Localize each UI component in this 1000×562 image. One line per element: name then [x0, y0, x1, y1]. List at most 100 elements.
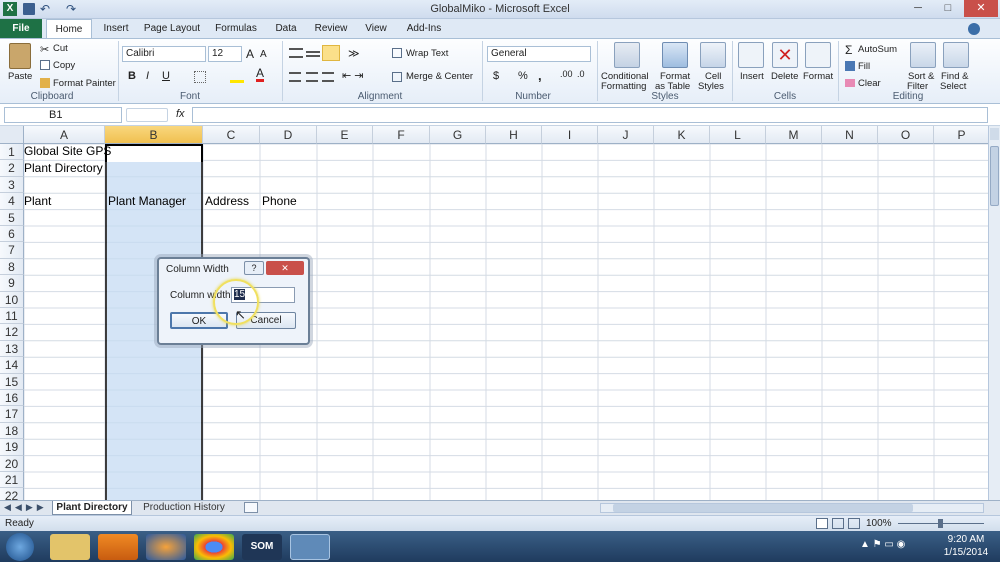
- paste-button[interactable]: Paste: [8, 71, 32, 82]
- page-break-view-icon[interactable]: [848, 518, 860, 529]
- horizontal-scroll-thumb[interactable]: [613, 504, 913, 512]
- wrap-text-button[interactable]: Wrap Text: [406, 48, 448, 59]
- row-header-6[interactable]: 6: [0, 226, 24, 243]
- cell-d4[interactable]: Phone: [262, 194, 297, 208]
- find-select-icon[interactable]: [943, 42, 969, 68]
- row-header-7[interactable]: 7: [0, 242, 24, 259]
- insert-cells-icon[interactable]: [738, 42, 764, 68]
- cell-c4[interactable]: Address: [205, 194, 249, 208]
- percent-button[interactable]: %: [518, 70, 528, 82]
- row-header-11[interactable]: 11: [0, 308, 24, 325]
- tab-insert[interactable]: Insert: [96, 19, 136, 38]
- column-header-h[interactable]: H: [486, 126, 542, 144]
- find-select-label2[interactable]: Select: [940, 81, 966, 92]
- tab-review[interactable]: Review: [308, 19, 354, 38]
- sheet-tab-production-history[interactable]: Production History: [136, 501, 232, 515]
- tab-home[interactable]: Home: [46, 19, 92, 39]
- sheet-nav-arrows-icon[interactable]: ◀◀▶▶: [4, 502, 48, 513]
- delete-cells-button[interactable]: Delete: [771, 71, 798, 82]
- insert-sheet-icon[interactable]: [244, 502, 258, 513]
- fill-color-icon[interactable]: [230, 71, 244, 83]
- row-header-12[interactable]: 12: [0, 324, 24, 341]
- vlc-taskbar-icon[interactable]: [98, 534, 138, 560]
- comma-button[interactable]: ,: [538, 68, 542, 83]
- row-header-5[interactable]: 5: [0, 209, 24, 226]
- increase-decimal-icon[interactable]: .00: [560, 69, 573, 79]
- cut-button[interactable]: Cut: [53, 43, 68, 54]
- name-box[interactable]: B1: [4, 107, 122, 123]
- tab-data[interactable]: Data: [268, 19, 304, 38]
- minimize-button[interactable]: ─: [904, 0, 932, 17]
- insert-cells-button[interactable]: Insert: [740, 71, 764, 82]
- zoom-level[interactable]: 100%: [866, 518, 892, 529]
- borders-icon[interactable]: [194, 71, 206, 83]
- bold-button[interactable]: B: [128, 70, 136, 82]
- cell-a1[interactable]: Global Site GPS: [24, 144, 111, 158]
- active-cell-b1[interactable]: [105, 144, 203, 162]
- tab-add-ins[interactable]: Add-Ins: [398, 19, 450, 38]
- column-header-j[interactable]: J: [598, 126, 654, 144]
- decrease-decimal-icon[interactable]: .0: [577, 69, 585, 79]
- number-format-box[interactable]: General: [487, 46, 591, 62]
- column-header-n[interactable]: N: [822, 126, 878, 144]
- column-header-p[interactable]: P: [934, 126, 988, 144]
- row-header-19[interactable]: 19: [0, 439, 24, 456]
- formula-input[interactable]: [192, 107, 988, 123]
- normal-view-icon[interactable]: [816, 518, 828, 529]
- vertical-scroll-thumb[interactable]: [990, 146, 999, 206]
- zoom-slider-thumb[interactable]: [938, 519, 943, 528]
- dialog-close-button[interactable]: ✕: [266, 261, 304, 275]
- row-header-15[interactable]: 15: [0, 373, 24, 390]
- column-header-b[interactable]: B: [105, 126, 203, 144]
- som-taskbar-icon[interactable]: SOM: [242, 534, 282, 560]
- row-header-17[interactable]: 17: [0, 406, 24, 423]
- shrink-font-icon[interactable]: A: [260, 49, 267, 60]
- underline-button[interactable]: U: [162, 70, 170, 82]
- font-color-icon[interactable]: A: [256, 67, 265, 82]
- column-header-l[interactable]: L: [710, 126, 766, 144]
- row-header-13[interactable]: 13: [0, 340, 24, 358]
- paste-icon[interactable]: [9, 43, 31, 69]
- format-as-table-icon[interactable]: [662, 42, 688, 68]
- cell-styles-icon[interactable]: [700, 42, 726, 68]
- tab-page-layout[interactable]: Page Layout: [140, 19, 204, 38]
- cell-styles-label2[interactable]: Styles: [698, 81, 724, 92]
- align-middle-icon[interactable]: [306, 51, 320, 57]
- conditional-formatting-icon[interactable]: [614, 42, 640, 68]
- column-header-e[interactable]: E: [317, 126, 373, 144]
- vertical-scrollbar[interactable]: [988, 126, 1000, 500]
- orientation-icon[interactable]: ≫: [348, 47, 360, 60]
- close-button[interactable]: ✕: [964, 0, 998, 17]
- delete-cells-icon[interactable]: ✕: [772, 42, 798, 68]
- cell-b4[interactable]: Plant Manager: [108, 194, 186, 208]
- tab-view[interactable]: View: [358, 19, 394, 38]
- row-header-4[interactable]: 4: [0, 193, 24, 210]
- cell-a2[interactable]: Plant Directory: [24, 161, 103, 175]
- indent-icon[interactable]: ⇤ ⇥: [342, 69, 364, 82]
- clear-button[interactable]: Clear: [858, 78, 881, 89]
- excel-taskbar-icon[interactable]: [290, 534, 330, 560]
- autosum-button[interactable]: AutoSum: [858, 44, 897, 55]
- column-header-a[interactable]: A: [24, 126, 105, 144]
- clock-date[interactable]: 1/15/2014: [936, 547, 996, 558]
- row-header-3[interactable]: 3: [0, 176, 24, 194]
- column-header-g[interactable]: G: [430, 126, 486, 144]
- row-header-14[interactable]: 14: [0, 357, 24, 374]
- column-header-c[interactable]: C: [203, 126, 260, 144]
- start-button[interactable]: [6, 533, 34, 561]
- insert-function-button[interactable]: fx: [176, 108, 185, 120]
- font-name-box[interactable]: Calibri: [122, 46, 206, 62]
- row-header-16[interactable]: 16: [0, 390, 24, 407]
- font-size-box[interactable]: 12: [208, 46, 242, 62]
- chrome-taskbar-icon[interactable]: [194, 534, 234, 560]
- format-cells-button[interactable]: Format: [803, 71, 833, 82]
- format-painter-button[interactable]: Format Painter: [53, 78, 116, 89]
- sheet-tab-plant-directory[interactable]: Plant Directory: [52, 501, 132, 515]
- maximize-button[interactable]: □: [934, 0, 962, 17]
- row-header-20[interactable]: 20: [0, 455, 24, 472]
- tray-icons[interactable]: ▲ ⚑ ▭ ◉: [860, 539, 905, 550]
- scroll-up-arrow-icon[interactable]: [990, 128, 999, 140]
- cell-a4[interactable]: Plant: [24, 194, 51, 208]
- row-header-10[interactable]: 10: [0, 291, 24, 308]
- align-left-icon[interactable]: [289, 72, 301, 82]
